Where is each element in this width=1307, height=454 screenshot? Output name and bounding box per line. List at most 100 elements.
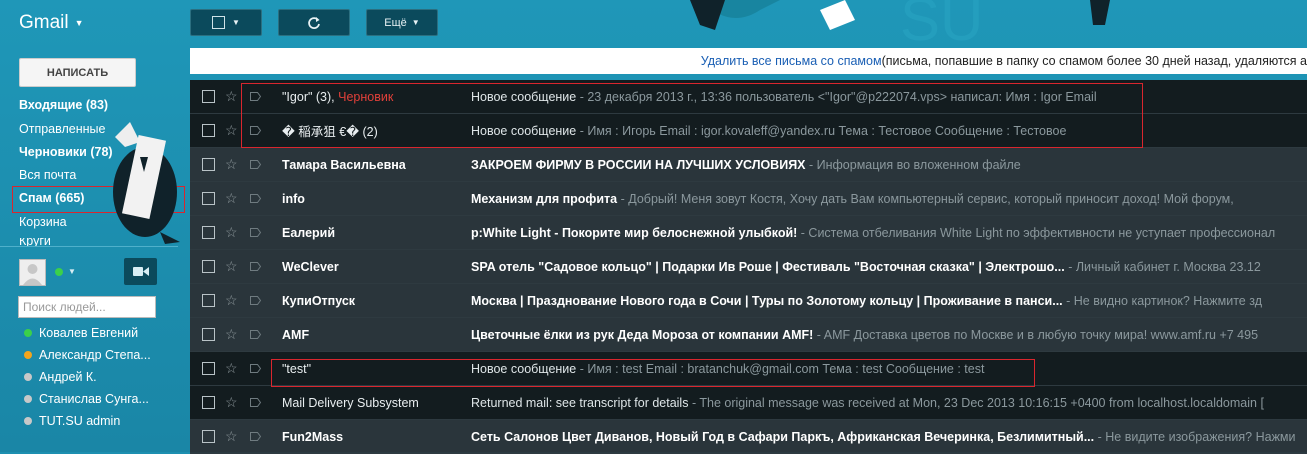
sidebar-item-drafts[interactable]: Черновики (78) <box>19 145 113 159</box>
online-status-icon <box>24 329 32 337</box>
highlight-box <box>241 83 1143 148</box>
email-snippet: - Не видно картинок? Нажмите зд <box>1062 293 1262 308</box>
importance-marker-icon[interactable] <box>250 330 261 339</box>
video-camera-icon <box>132 267 149 276</box>
video-call-button[interactable] <box>124 258 157 285</box>
offline-status-icon <box>24 395 32 403</box>
email-sender: WeClever <box>282 259 339 274</box>
compose-button[interactable]: НАПИСАТЬ <box>19 58 136 87</box>
sidebar-item-trash[interactable]: Корзина <box>19 215 67 229</box>
email-subject: p:White Light - Покорите мир белоснежной… <box>471 225 1276 240</box>
star-icon[interactable]: ☆ <box>225 428 238 445</box>
email-snippet: - The original message was received at M… <box>688 395 1264 410</box>
star-icon[interactable]: ☆ <box>225 394 238 411</box>
email-snippet: - AMF Доставка цветов по Москве и в любу… <box>813 327 1259 342</box>
star-icon[interactable]: ☆ <box>225 122 238 139</box>
contact-item[interactable]: Александр Степа... <box>24 348 151 362</box>
offline-status-icon <box>24 417 32 425</box>
sidebar-item-all-mail[interactable]: Вся почта <box>19 168 76 182</box>
idle-status-icon <box>24 351 32 359</box>
spam-notice-bar: Удалить все письма со спамом (письма, по… <box>190 48 1307 74</box>
email-subject: Механизм для профита - Добрый! Меня зову… <box>471 191 1234 206</box>
sidebar-divider <box>0 246 178 247</box>
email-sender: AMF <box>282 327 310 342</box>
row-checkbox[interactable] <box>202 328 215 341</box>
importance-marker-icon[interactable] <box>250 262 261 271</box>
row-checkbox[interactable] <box>202 430 215 443</box>
email-sender: Mail Delivery Subsystem <box>282 395 419 410</box>
caret-down-icon: ▼ <box>232 18 240 27</box>
person-icon <box>23 264 42 285</box>
contact-item[interactable]: Ковалев Евгений <box>24 326 138 340</box>
star-icon[interactable]: ☆ <box>225 156 238 173</box>
importance-marker-icon[interactable] <box>250 432 261 441</box>
caret-down-icon[interactable]: ▼ <box>68 267 76 276</box>
refresh-button[interactable] <box>278 9 350 36</box>
table-row[interactable]: ☆ Mail Delivery Subsystem Returned mail: s… <box>190 386 1307 420</box>
importance-marker-icon[interactable] <box>250 160 261 169</box>
email-sender: Еалерий <box>282 225 336 240</box>
importance-marker-icon[interactable] <box>250 398 261 407</box>
contact-item[interactable]: Станислав Сунга... <box>24 392 149 406</box>
people-search-input[interactable] <box>18 296 156 318</box>
sidebar-item-sent[interactable]: Отправленные <box>19 122 105 136</box>
email-subject: Москва | Празднование Нового года в Сочи… <box>471 293 1262 308</box>
avatar[interactable] <box>19 259 46 286</box>
contact-name: TUT.SU admin <box>39 414 121 428</box>
caret-down-icon: ▼ <box>411 18 420 27</box>
star-icon[interactable]: ☆ <box>225 190 238 207</box>
star-icon[interactable]: ☆ <box>225 224 238 241</box>
star-icon[interactable]: ☆ <box>225 326 238 343</box>
star-icon[interactable]: ☆ <box>225 258 238 275</box>
email-snippet: - Информация во вложенном файле <box>805 157 1021 172</box>
contact-name: Андрей К. <box>39 370 97 384</box>
importance-marker-icon[interactable] <box>250 228 261 237</box>
table-row[interactable]: ☆ Еалерий p:White Light - Покорите мир бел… <box>190 216 1307 250</box>
row-checkbox[interactable] <box>202 294 215 307</box>
checkbox-icon <box>212 16 226 29</box>
importance-marker-icon[interactable] <box>250 194 261 203</box>
contact-item[interactable]: TUT.SU admin <box>24 414 120 428</box>
email-sender: Тамара Васильевна <box>282 157 406 172</box>
row-checkbox[interactable] <box>202 396 215 409</box>
table-row[interactable]: ☆ AMF Цветочные ёлки из рук Деда Мороза от… <box>190 318 1307 352</box>
gmail-logo[interactable]: Gmail ▼ <box>19 12 84 34</box>
email-subject: SPA отель "Садовое кольцо" | Подарки Ив … <box>471 259 1261 274</box>
email-sender: info <box>282 191 305 206</box>
email-sender: Fun2Mass <box>282 429 344 444</box>
star-icon[interactable]: ☆ <box>225 360 238 377</box>
row-checkbox[interactable] <box>202 124 215 137</box>
ninja-theme-art <box>113 122 180 244</box>
importance-marker-icon[interactable] <box>250 296 261 305</box>
app-name: Gmail <box>19 12 69 33</box>
email-snippet: - Личный кабинет г. Москва 23.12 <box>1064 259 1261 274</box>
email-snippet: - Не видите изображения? Нажми <box>1094 429 1296 444</box>
row-checkbox[interactable] <box>202 226 215 239</box>
more-button[interactable]: Ещё ▼ <box>366 9 438 36</box>
sidebar-item-circles[interactable]: Круги <box>19 238 51 246</box>
star-icon[interactable]: ☆ <box>225 88 238 105</box>
refresh-icon <box>308 16 320 29</box>
contact-item[interactable]: Андрей К. <box>24 370 97 384</box>
email-subject: Returned mail: see transcript for detail… <box>471 395 1264 410</box>
email-subject: Сеть Салонов Цвет Диванов, Новый Год в С… <box>471 429 1296 444</box>
table-row[interactable]: ☆ Тамара Васильевна ЗАКРОЕМ ФИРМУ В РОССИИ… <box>190 148 1307 182</box>
sidebar-item-inbox[interactable]: Входящие (83) <box>19 98 108 112</box>
row-checkbox[interactable] <box>202 90 215 103</box>
table-row[interactable]: ☆ WeClever SPA отель "Садовое кольцо" | По… <box>190 250 1307 284</box>
table-row[interactable]: ☆ Fun2Mass Сеть Салонов Цвет Диванов, Новы… <box>190 420 1307 454</box>
row-checkbox[interactable] <box>202 260 215 273</box>
email-subject: ЗАКРОЕМ ФИРМУ В РОССИИ НА ЛУЧШИХ УСЛОВИЯ… <box>471 157 1021 172</box>
delete-all-spam-link[interactable]: Удалить все письма со спамом <box>701 54 882 68</box>
table-row[interactable]: ☆ info Механизм для профита - Добрый! Меня… <box>190 182 1307 216</box>
spam-notice-text: (письма, попавшие в папку со спамом боле… <box>881 54 1307 68</box>
importance-marker-icon[interactable] <box>250 364 261 373</box>
presence-status-icon[interactable] <box>55 268 63 276</box>
row-checkbox[interactable] <box>202 158 215 171</box>
row-checkbox[interactable] <box>202 192 215 205</box>
row-checkbox[interactable] <box>202 362 215 375</box>
email-snippet: - Система отбеливания White Light по эфф… <box>797 225 1276 240</box>
star-icon[interactable]: ☆ <box>225 292 238 309</box>
select-checkbox-button[interactable]: ▼ <box>190 9 262 36</box>
table-row[interactable]: ☆ КупиОтпуск Москва | Празднование Нового … <box>190 284 1307 318</box>
